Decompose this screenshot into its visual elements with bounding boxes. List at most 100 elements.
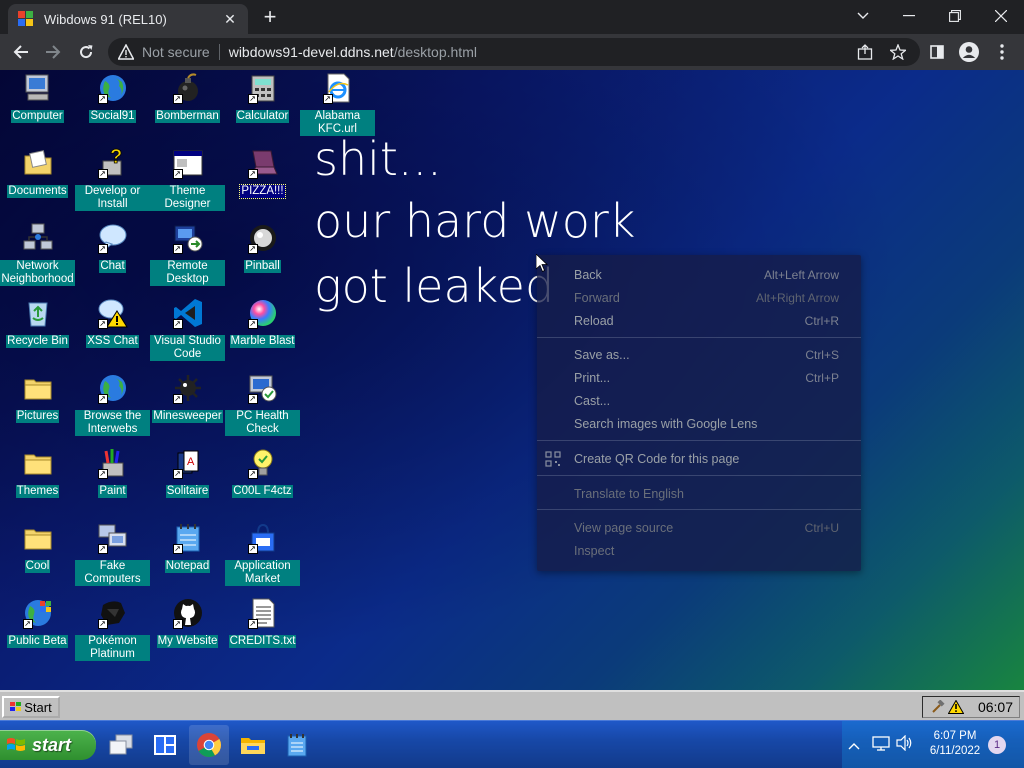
desktop-icon[interactable]: ↗ Public Beta [0,597,75,649]
desktop-icon[interactable]: ↗ C00L F4ctz [225,447,300,499]
desktop-icon-label: My Website [156,635,219,648]
desktop-icon-label: Pinball [244,260,281,273]
desktop-icon[interactable]: ↗ Minesweeper [150,372,225,424]
close-window-button[interactable] [978,0,1024,32]
forward-button[interactable] [40,39,66,65]
desktop-icon-label: Solitaire [165,485,210,498]
widgets-icon[interactable] [145,725,185,765]
desktop-icon[interactable]: Recycle Bin [0,297,75,349]
ctx-create-qr[interactable]: Create QR Code for this page [537,447,861,470]
task-view-icon[interactable] [101,725,141,765]
desktop-icon[interactable]: ↗ XSS Chat [75,297,150,349]
ctx-print[interactable]: Print... Ctrl+P [537,366,861,389]
reload-button[interactable] [73,39,99,65]
desktop-icon[interactable]: ↗ Paint [75,447,150,499]
desktop-icon[interactable]: ↗ Application Market [225,522,300,587]
tray-hammer-icon[interactable] [931,700,945,714]
computers-icon: ↗ [97,522,129,554]
desktop-icon-label: Chat [99,260,126,273]
desktop-icon[interactable]: ↗ Browse the Interwebs [75,372,150,437]
bookmark-star-icon[interactable] [886,38,910,66]
bag-icon: ↗ [247,522,279,554]
desktop-icon[interactable]: ? ↗ Develop or Install [75,146,150,212]
tab-close-icon[interactable]: ✕ [222,11,238,28]
notification-badge[interactable]: 1 [988,736,1006,754]
wibdows-desktop[interactable]: Computer ↗ Social91 ↗ Bomberman ↗ Calculator ↗ A… [0,70,1024,720]
chrome-taskbar-icon[interactable] [189,725,229,765]
desktop-icon[interactable]: ↗ PIZZA!!! [225,147,300,199]
desktop-icon-label: Social91 [89,110,136,123]
shortcut-arrow-icon: ↗ [172,169,183,179]
shortcut-arrow-icon: ↗ [172,244,183,254]
share-icon[interactable] [853,38,877,66]
desktop-icon[interactable]: Documents [0,147,75,199]
notepad-taskbar-icon[interactable] [277,725,317,765]
remote-icon: ↗ [172,222,204,254]
restore-button[interactable] [932,0,978,32]
ctx-translate[interactable]: Translate to English [537,482,861,505]
shortcut-arrow-icon: ↗ [97,94,108,104]
desktop-icon[interactable]: ↗ Pokémon Platinum [75,597,150,662]
pc-health-icon: ↗ [247,372,279,404]
bomb-icon: ↗ [172,72,204,104]
w9x-start-button[interactable]: Start [2,696,60,718]
desktop-icon[interactable]: A ↗ Solitaire [150,447,225,499]
desktop-icon[interactable]: ↗ Alabama KFC.url [300,72,375,137]
volume-icon[interactable] [896,734,914,756]
side-panel-icon[interactable] [924,39,950,65]
not-secure-label[interactable]: Not secure [142,44,210,60]
desktop-icon[interactable]: ↗ Pinball [225,222,300,274]
desktop-icon-label: Network Neighborhood [0,260,75,286]
ctx-google-lens[interactable]: Search images with Google Lens [537,412,861,435]
bulb-icon: ↗ [247,447,279,479]
desktop-icon[interactable]: ↗ Marble Blast [225,297,300,349]
desktop-icon[interactable]: Network Neighborhood [0,222,75,287]
desktop-icon[interactable]: ↗ My Website [150,597,225,649]
desktop-icon[interactable]: ↗ Social91 [75,72,150,124]
desktop-icon[interactable]: ↗ Calculator [225,72,300,124]
ctx-forward[interactable]: Forward Alt+Right Arrow [537,286,861,309]
menu-kebab-icon[interactable] [989,39,1015,65]
desktop-icon-label: Theme Designer [150,185,225,211]
desktop-icon[interactable]: ↗ Visual Studio Code [150,297,225,362]
show-hidden-icons-chevron-icon[interactable] [848,737,860,755]
shortcut-arrow-icon: ↗ [247,94,258,104]
ctx-inspect[interactable]: Inspect [537,539,861,562]
minimize-button[interactable] [886,0,932,32]
desktop-icon-label: Calculator [235,110,290,123]
warning-icon[interactable] [118,44,134,60]
ctx-view-source[interactable]: View page source Ctrl+U [537,516,861,539]
desktop-icon[interactable]: Themes [0,447,75,499]
tab-search-icon[interactable] [840,0,886,32]
network-icon[interactable] [872,735,890,756]
desktop-icon[interactable]: ↗ Notepad [150,522,225,574]
ctx-back[interactable]: Back Alt+Left Arrow [537,263,861,286]
address-bar[interactable]: Not secure wibdows91-devel.ddns.net /des… [108,38,920,66]
os-clock[interactable]: 6:07 PM 6/11/2022 [922,729,988,759]
desktop-icon[interactable]: Computer [0,72,75,124]
svg-text:A: A [187,456,195,468]
desktop-icon[interactable]: ↗ Theme Designer [150,147,225,212]
back-button[interactable] [8,39,34,65]
shortcut-arrow-icon: ↗ [172,619,183,629]
new-tab-button[interactable]: + [258,6,282,30]
ctx-forward-label: Forward [574,290,620,305]
ctx-cast[interactable]: Cast... [537,389,861,412]
browser-tab[interactable]: Wibdows 91 (REL10) ✕ [8,4,248,34]
desktop-icon[interactable]: ↗ Remote Desktop [150,222,225,287]
desktop-icon[interactable]: ↗ CREDITS.txt [225,597,300,649]
desktop-icon[interactable]: ↗ Chat [75,222,150,274]
ctx-reload[interactable]: Reload Ctrl+R [537,309,861,332]
ctx-save-as[interactable]: Save as... Ctrl+S [537,343,861,366]
tray-warning-icon[interactable] [947,700,964,714]
desktop-icon[interactable]: ↗ PC Health Check [225,372,300,437]
desktop-icon[interactable]: ↗ Bomberman [150,72,225,124]
os-start-button[interactable]: start [0,730,96,760]
chat-warn-icon: ↗ [97,297,129,329]
file-explorer-icon[interactable] [233,725,273,765]
desktop-icon[interactable]: ↗ Fake Computers [75,522,150,587]
desktop-icon[interactable]: Cool [0,522,75,574]
cards-icon: A ↗ [172,447,204,479]
desktop-icon[interactable]: Pictures [0,372,75,424]
profile-avatar-icon[interactable] [956,39,982,65]
